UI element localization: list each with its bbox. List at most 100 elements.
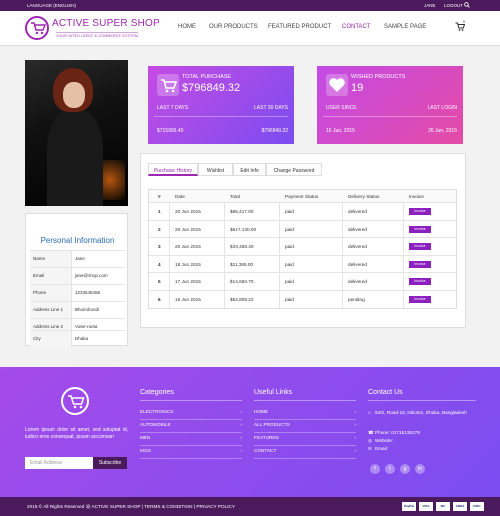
- top-bar: LANGUAGE (ENGLISH) JANE LOGOUT: [0, 0, 500, 11]
- nav-featured-product[interactable]: FEATURED PRODUCT: [268, 24, 331, 30]
- cell-delivery-status: delivered: [348, 226, 368, 232]
- category-label: AUTOMOBILE: [140, 422, 171, 427]
- tab-edit-info[interactable]: Edit Info: [233, 163, 266, 176]
- nav-home[interactable]: HOME: [178, 24, 196, 30]
- last-30-days-label: LAST 30 DAYS: [254, 105, 288, 111]
- search-icon[interactable]: [464, 2, 470, 8]
- useful-link[interactable]: ALL PRODUCTS ›: [254, 422, 356, 433]
- useful-link[interactable]: FEATURED ›: [254, 435, 356, 446]
- newsletter-email-input[interactable]: Email Address: [25, 457, 93, 469]
- table-row: 4 18 Jun 2015 $11,385.00 paid delivered Invoi…: [149, 256, 456, 273]
- subscribe-button[interactable]: Subscribe: [93, 457, 127, 469]
- info-value: Vuter-roeta: [75, 324, 98, 329]
- cell-date: 18 Jun 2015: [175, 261, 201, 267]
- cart-logo-icon: [31, 22, 46, 35]
- footer-about-text: Lorem ipsum dolor sit amet, sed soluptat…: [25, 427, 128, 440]
- google-plus-icon[interactable]: g: [400, 464, 410, 474]
- useful-link-label: CONTACT: [254, 448, 277, 453]
- table-row: 3 20 Jun 2015 $33,458.40 paid delivered Invoi…: [149, 238, 456, 256]
- column-header: Date: [175, 194, 185, 199]
- last-7-days-label: LAST 7 DAYS: [157, 105, 189, 111]
- info-key: City: [30, 331, 72, 347]
- user-since-value: 16 Jun, 2015: [326, 128, 355, 134]
- copyright-text: 2015 © All Rights Reserved @ ACTIVE SUPE…: [27, 504, 236, 509]
- table-header-row: # Date Total Payment Status Delivery Sta…: [149, 190, 456, 203]
- contact-phone: ☎Phone: 01715135278: [368, 429, 478, 436]
- contact-address: ⌂ 94/2, Road-18, Nikoton, Dhaka, Banglade…: [368, 409, 478, 416]
- cell-index: 5: [158, 279, 161, 284]
- cell-index: 1: [158, 209, 161, 214]
- nav-sample-page[interactable]: SAMPLE PAGE: [384, 24, 426, 30]
- invoice-button[interactable]: Invoice: [409, 295, 431, 303]
- personal-information-title: Personal Information: [40, 236, 115, 245]
- invoice-button[interactable]: Invoice: [409, 243, 431, 250]
- info-key: Email: [30, 268, 72, 284]
- nav-contact[interactable]: CONTACT: [342, 24, 371, 30]
- nav-our-products[interactable]: OUR PRODUCTS: [209, 24, 258, 30]
- cell-date: 20 Jun 2015: [175, 244, 201, 249]
- table-row: 5 17 Jun 2015 $14,660.70 paid delivered Invoi…: [149, 273, 456, 291]
- cell-index: 2: [158, 226, 161, 232]
- cell-index: 3: [158, 244, 161, 249]
- linkedin-icon[interactable]: in: [415, 464, 425, 474]
- contact-website: ◎ Website:: [368, 437, 478, 444]
- facebook-icon[interactable]: f: [370, 464, 380, 474]
- category-label: MEN: [140, 435, 151, 440]
- info-row: Name Jane: [30, 250, 125, 267]
- column-header: Delivery Status: [348, 194, 380, 199]
- invoice-button[interactable]: Invoice: [409, 278, 431, 285]
- user-link[interactable]: JANE: [424, 3, 436, 8]
- category-link[interactable]: MEN ›: [140, 435, 242, 446]
- twitter-icon[interactable]: t: [385, 464, 395, 474]
- info-row: City Dhaka: [30, 330, 125, 347]
- cell-payment-status: paid: [285, 209, 294, 214]
- last-login-value: 26 Jun, 2015: [428, 128, 457, 134]
- useful-link[interactable]: HOME ›: [254, 409, 356, 420]
- useful-links-title: Useful Links: [254, 389, 293, 396]
- column-header: Invoice: [409, 194, 424, 199]
- cell-total: $14,660.70: [230, 279, 254, 284]
- cell-date: 16 Jun 2015: [175, 296, 201, 302]
- purchase-history-table: # Date Total Payment Status Delivery Sta…: [148, 189, 457, 309]
- cell-total: $54,808.22: [230, 296, 254, 302]
- mail-icon: ✉: [368, 446, 372, 451]
- last-login-label: LAST LOGIN: [427, 105, 457, 111]
- tab-purchase-history[interactable]: Purchase History: [148, 163, 198, 176]
- invoice-button[interactable]: Invoice: [409, 260, 431, 268]
- cell-delivery-status: delivered: [348, 261, 368, 267]
- cell-total: $65,417.00: [230, 209, 254, 214]
- cell-payment-status: paid: [285, 226, 294, 232]
- category-link[interactable]: KIDS ›: [140, 448, 242, 459]
- cart-logo-icon: [68, 395, 85, 409]
- logo[interactable]: [25, 16, 49, 40]
- useful-link[interactable]: CONTACT ›: [254, 448, 356, 459]
- last-30-days-value: $796849.32: [261, 128, 288, 134]
- info-value: Dhaka: [75, 336, 89, 341]
- invoice-button[interactable]: Invoice: [409, 208, 431, 215]
- cell-index: 4: [158, 261, 161, 267]
- category-label: ELECTRONICS: [140, 409, 174, 414]
- invoice-button[interactable]: Invoice: [409, 225, 431, 233]
- info-value: jane@shop.com: [75, 273, 108, 278]
- column-header: Total: [230, 194, 240, 199]
- total-purchase-card: TOTAL PURCHASE $796849.32 LAST 7 DAYS LA…: [148, 66, 294, 144]
- logout-link[interactable]: LOGOUT: [444, 3, 463, 8]
- last-7-days-value: $715995.40: [157, 128, 184, 134]
- heart-icon: [326, 74, 348, 96]
- tab-wishlist[interactable]: Wishlist: [198, 163, 233, 176]
- site-footer: Lorem ipsum dolor sit amet, sed soluptat…: [0, 367, 500, 497]
- brand-tagline: YOUR INTELLIGENT E-COMMERCE SYSTEM: [56, 32, 139, 38]
- useful-link-label: HOME: [254, 409, 269, 414]
- cell-total: $617,130.00: [230, 226, 257, 232]
- category-link[interactable]: ELECTRONICS ›: [140, 409, 242, 420]
- globe-icon: ◎: [368, 438, 373, 443]
- wished-products-value: 19: [351, 82, 364, 94]
- address-text: 94/2, Road-18, Nikoton, Dhaka, Banglades…: [375, 410, 467, 415]
- cell-total: $33,458.40: [230, 244, 254, 249]
- total-purchase-label: TOTAL PURCHASE: [182, 74, 232, 80]
- column-header: #: [158, 194, 161, 199]
- info-value: 1233545458: [75, 290, 101, 295]
- tab-change-password[interactable]: Change Password: [266, 163, 322, 176]
- language-selector[interactable]: LANGUAGE (ENGLISH): [27, 3, 76, 8]
- category-link[interactable]: AUTOMOBILE ›: [140, 422, 242, 433]
